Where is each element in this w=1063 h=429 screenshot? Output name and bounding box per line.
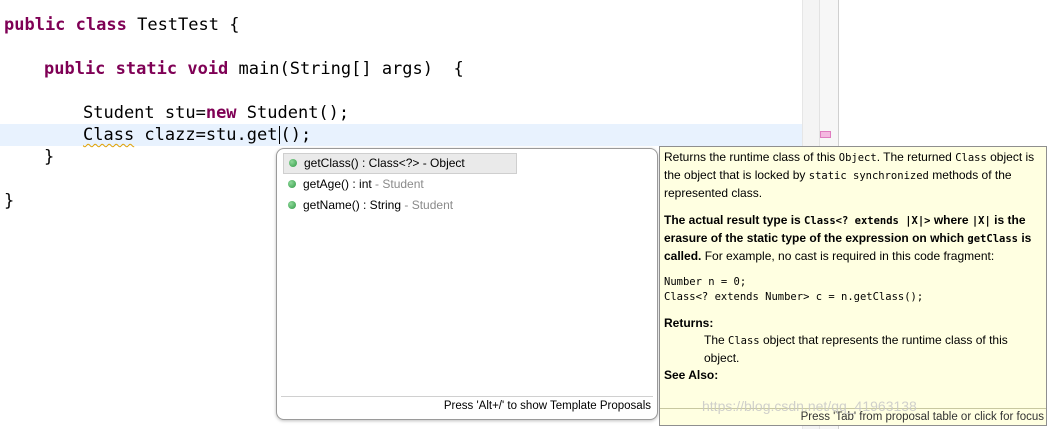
- javadoc-returns-text: The Class object that represents the run…: [704, 333, 1008, 365]
- occurrence-marker[interactable]: [820, 131, 831, 138]
- public-method-icon: [288, 180, 296, 188]
- warning-squiggle: Class: [83, 125, 135, 145]
- proposal-item[interactable]: getAge() : int - Student: [283, 174, 651, 195]
- javadoc-see-also-label: See Also:: [664, 368, 719, 382]
- code-line-close-brace: }: [4, 191, 15, 211]
- watermark: https://blog.csdn.net/qq_41963138: [702, 398, 917, 414]
- proposal-status-bar[interactable]: Press 'Alt+/' to show Template Proposals: [281, 396, 653, 415]
- code-line-close-brace: }: [44, 147, 55, 167]
- javadoc-result-type: The actual result type is Class<? extend…: [664, 213, 1032, 263]
- proposal-item[interactable]: getClass() : Class<?> - Object: [283, 153, 517, 174]
- proposal-item[interactable]: getName() : String - Student: [283, 195, 651, 216]
- code-line-class-declaration: public class TestTest {: [4, 15, 240, 35]
- code-line-main-method: public static void main(String[] args) {: [44, 59, 464, 79]
- public-method-icon: [289, 159, 297, 167]
- proposal-list[interactable]: getClass() : Class<?> - Object getAge() …: [283, 153, 651, 216]
- text-caret: [278, 126, 280, 144]
- content-assist-popup[interactable]: getClass() : Class<?> - Object getAge() …: [276, 148, 658, 420]
- code-line-student: Student stu=new Student();: [83, 103, 350, 123]
- javadoc-returns-label: Returns:: [664, 316, 714, 330]
- javadoc-description: Returns the runtime class of this Object…: [664, 150, 1035, 200]
- javadoc-hover[interactable]: Returns the runtime class of this Object…: [659, 146, 1047, 426]
- code-line-class-clazz: Class clazz=stu.get ();: [83, 125, 312, 145]
- public-method-icon: [288, 201, 296, 209]
- javadoc-code-example: Number n = 0; Class<? extends Number> c …: [664, 276, 924, 303]
